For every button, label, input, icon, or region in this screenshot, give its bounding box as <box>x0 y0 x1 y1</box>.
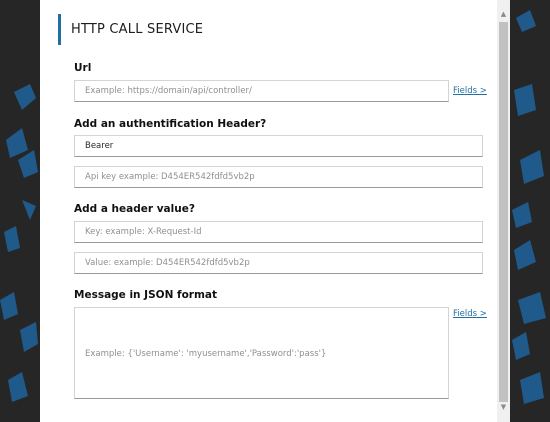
scrollbar-thumb[interactable] <box>499 22 508 402</box>
auth-type-input[interactable] <box>74 135 483 157</box>
message-fields-link[interactable]: Fields > <box>453 309 487 319</box>
header-value-label: Add a header value? <box>74 203 195 215</box>
url-fields-link[interactable]: Fields > <box>453 86 487 96</box>
http-call-service-dialog: HTTP CALL SERVICE Url Fields > Add an au… <box>40 0 510 422</box>
url-label: Url <box>74 62 92 74</box>
url-input[interactable] <box>74 80 449 102</box>
scroll-up-arrow-icon[interactable]: ▲ <box>497 8 510 20</box>
scrollbar[interactable]: ▲ ▼ <box>497 0 510 422</box>
api-key-input[interactable] <box>74 166 483 188</box>
dialog-title: HTTP CALL SERVICE <box>58 14 203 45</box>
header-value-input[interactable] <box>74 252 483 274</box>
scroll-down-arrow-icon[interactable]: ▼ <box>497 401 510 413</box>
json-message-textarea[interactable] <box>74 307 449 399</box>
json-message-label: Message in JSON format <box>74 289 218 301</box>
auth-header-label: Add an authentification Header? <box>74 118 267 130</box>
header-key-input[interactable] <box>74 221 483 243</box>
